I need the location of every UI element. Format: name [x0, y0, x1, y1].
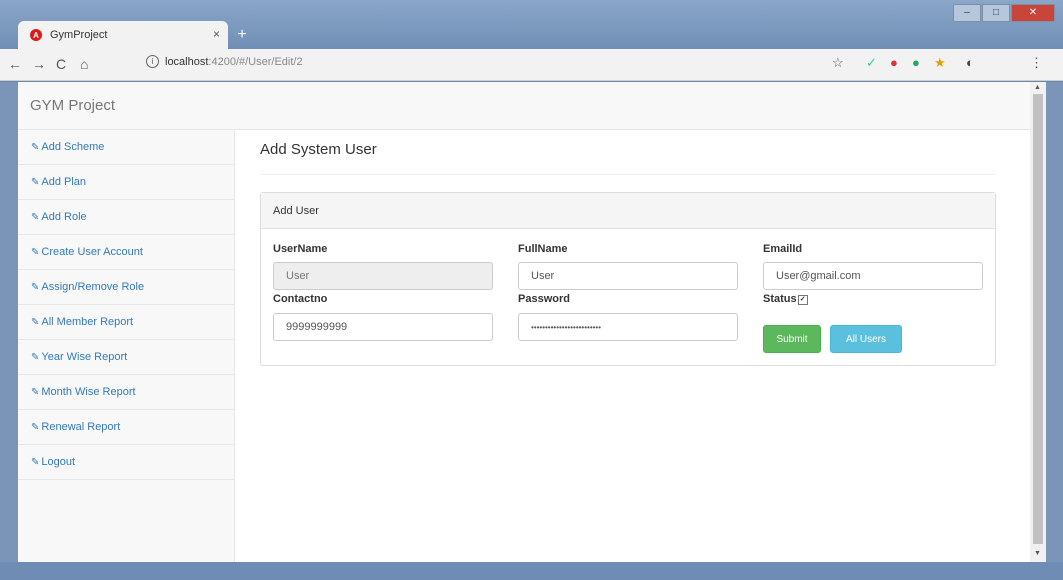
sidebar-item-label: Year Wise Report	[41, 351, 128, 363]
sidebar-item-assign-remove-role[interactable]: ✎ Assign/Remove Role	[18, 270, 234, 305]
url-field[interactable]: i localhost:4200/#/User/Edit/2	[146, 55, 303, 68]
fullname-field[interactable]: User	[518, 262, 738, 290]
edit-icon: ✎	[31, 316, 40, 328]
url-host: localhost	[165, 55, 209, 68]
browser-tab[interactable]: A GymProject ×	[18, 21, 228, 49]
back-icon[interactable]: ←	[8, 56, 22, 72]
new-tab-button[interactable]: +	[232, 26, 252, 44]
add-user-panel: Add User UserName User FullName User Ema…	[260, 192, 996, 366]
scrollbar-thumb[interactable]	[1033, 94, 1043, 544]
extension-star-icon[interactable]: ★	[934, 55, 946, 71]
home-icon[interactable]: ⌂	[80, 56, 88, 72]
edit-icon: ✎	[31, 141, 40, 153]
edit-icon: ✎	[31, 281, 40, 293]
edit-icon: ✎	[31, 211, 40, 223]
address-bar: ← → C ⌂ i localhost:4200/#/User/Edit/2 ☆…	[0, 49, 1063, 81]
sidebar-item-add-role[interactable]: ✎ Add Role	[18, 200, 234, 235]
sidebar-item-label: Add Scheme	[41, 141, 105, 153]
edit-icon: ✎	[31, 456, 40, 468]
sidebar-item-label: Create User Account	[41, 246, 143, 258]
sidebar-item-add-scheme[interactable]: ✎ Add Scheme	[18, 130, 234, 165]
sidebar-item-renewal-report[interactable]: ✎ Renewal Report	[18, 410, 234, 445]
scroll-down-icon[interactable]: ▼	[1034, 550, 1041, 557]
minimize-button[interactable]: –	[953, 4, 981, 22]
sidebar-item-year-wise-report[interactable]: ✎ Year Wise Report	[18, 340, 234, 375]
sidebar-item-create-user-account[interactable]: ✎ Create User Account	[18, 235, 234, 270]
menu-icon[interactable]: ⋮	[1030, 55, 1043, 71]
emailid-label: EmailId	[763, 243, 803, 255]
status-checkbox[interactable]: ✓	[797, 295, 808, 305]
extension-red-icon[interactable]: ●	[890, 55, 898, 70]
all-users-button[interactable]: All Users	[830, 325, 902, 353]
edit-icon: ✎	[31, 351, 40, 363]
status-label: Status	[763, 293, 797, 305]
password-field[interactable]: •••••••••••••••••••••••••	[518, 313, 738, 341]
main-content: Add System User Add User UserName User F…	[235, 130, 1030, 562]
contactno-field[interactable]: 9999999999	[273, 313, 493, 341]
edit-icon: ✎	[31, 386, 40, 398]
status-row: Status ✓	[763, 293, 808, 305]
sidebar-item-all-member-report[interactable]: ✎ All Member Report	[18, 305, 234, 340]
window-frame-right	[1046, 82, 1063, 562]
tab-strip: A GymProject × + – □ ✕	[0, 0, 1063, 52]
sidebar-item-label: Month Wise Report	[41, 386, 136, 398]
sidebar-item-label: Renewal Report	[41, 421, 121, 433]
submit-button[interactable]: Submit	[763, 325, 821, 353]
password-label: Password	[518, 293, 570, 305]
maximize-button[interactable]: □	[982, 4, 1010, 22]
reload-icon[interactable]: C	[56, 56, 66, 72]
scroll-up-icon[interactable]: ▲	[1034, 84, 1041, 91]
username-field[interactable]: User	[273, 262, 493, 290]
profile-icon[interactable]: ◐	[966, 55, 974, 70]
sidebar-item-logout[interactable]: ✎ Logout	[18, 445, 234, 480]
sidebar-item-label: Add Role	[41, 211, 87, 223]
sidebar-item-label: All Member Report	[41, 316, 134, 328]
contactno-label: Contactno	[273, 293, 328, 305]
title-divider	[260, 174, 996, 175]
forward-icon[interactable]: →	[32, 56, 46, 72]
sidebar: ✎ Add Scheme ✎ Add Plan ✎ Add Role ✎ Create …	[18, 130, 235, 562]
window-frame-bottom	[0, 562, 1063, 580]
angular-favicon-icon: A	[30, 29, 42, 41]
panel-heading: Add User	[261, 193, 995, 229]
top-navbar: GYM Project	[18, 82, 1030, 130]
emailid-field[interactable]: User@gmail.com	[763, 262, 983, 290]
tab-close-icon[interactable]: ×	[213, 27, 220, 41]
brand[interactable]: GYM Project	[30, 97, 115, 114]
edit-icon: ✎	[31, 176, 40, 188]
info-icon[interactable]: i	[146, 55, 159, 68]
window-frame-left	[0, 82, 18, 562]
page-title: Add System User	[260, 141, 377, 158]
close-window-button[interactable]: ✕	[1011, 4, 1055, 22]
sidebar-item-label: Assign/Remove Role	[41, 281, 145, 293]
sidebar-item-label: Add Plan	[41, 176, 87, 188]
page: GYM Project ✎ Add Scheme ✎ Add Plan ✎ Add R…	[18, 82, 1030, 562]
bookmark-star-icon[interactable]: ☆	[832, 55, 844, 71]
sidebar-item-add-plan[interactable]: ✎ Add Plan	[18, 165, 234, 200]
extension-green-icon[interactable]: ●	[912, 55, 920, 70]
edit-icon: ✎	[31, 421, 40, 433]
sidebar-item-label: Logout	[41, 456, 76, 468]
edit-icon: ✎	[31, 246, 40, 258]
tab-title: GymProject	[50, 29, 108, 41]
browser-window: A GymProject × + – □ ✕ ← → C ⌂ i localho…	[0, 0, 1063, 580]
window-controls: – □ ✕	[952, 4, 1055, 22]
sidebar-item-month-wise-report[interactable]: ✎ Month Wise Report	[18, 375, 234, 410]
fullname-label: FullName	[518, 243, 568, 255]
username-label: UserName	[273, 243, 328, 255]
vertical-scrollbar[interactable]: ▲ ▼	[1030, 82, 1046, 562]
url-path: :4200/#/User/Edit/2	[208, 55, 303, 68]
extension-icon[interactable]: ✓	[866, 55, 877, 71]
